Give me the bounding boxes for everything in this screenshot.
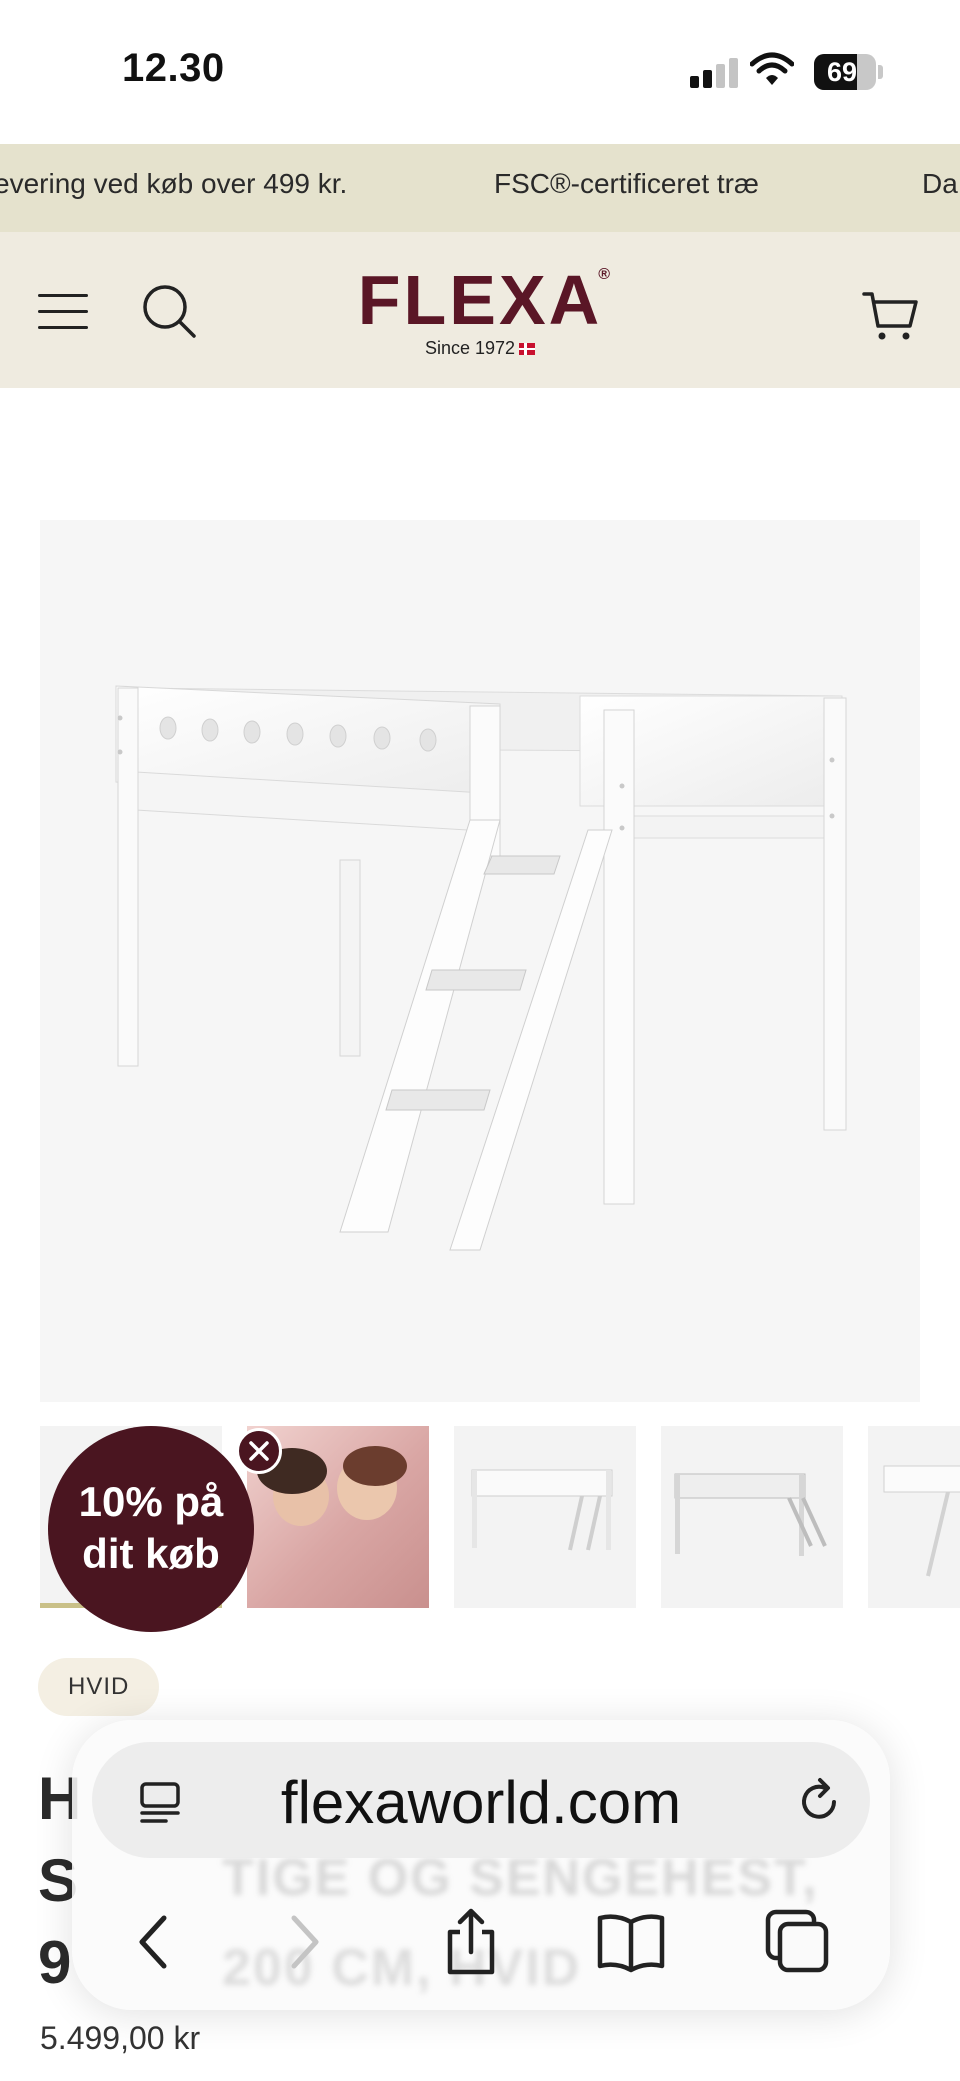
wifi-icon — [750, 52, 794, 85]
discount-line-1: 10% på — [78, 1478, 224, 1525]
forward-icon[interactable] — [266, 1906, 340, 1978]
thumb-bed-icon — [471, 1469, 613, 1551]
announcement-bar: evering ved køb over 499 kr. FSC®-certif… — [0, 144, 960, 232]
logo-wordmark: FLEXA — [357, 261, 603, 339]
address-bar[interactable]: flexaworld.com — [92, 1742, 870, 1858]
product-price: 5.499,00 kr — [40, 2020, 201, 2056]
logo-tagline: Since 1972 — [350, 338, 610, 359]
photo-hair — [343, 1446, 407, 1486]
search-icon[interactable] — [140, 282, 198, 340]
status-bar: 12.30 69 — [0, 0, 960, 144]
danish-flag-icon — [519, 343, 536, 355]
thumbnail-3[interactable] — [454, 1426, 636, 1608]
thumb-bed-icon — [883, 1465, 960, 1577]
reload-icon[interactable] — [794, 1776, 844, 1826]
url-text: flexaworld.com — [280, 1769, 682, 1836]
menu-icon[interactable] — [38, 292, 90, 330]
close-icon[interactable] — [236, 1428, 282, 1474]
thumbnail-4[interactable] — [661, 1426, 843, 1608]
variant-chip[interactable]: HVID — [38, 1658, 160, 1716]
thumbnail-5[interactable] — [868, 1426, 960, 1608]
flexa-logo[interactable]: FLEXA ® Since 1972 — [350, 262, 610, 362]
bookmarks-icon[interactable] — [594, 1906, 668, 1978]
cart-icon[interactable] — [862, 286, 920, 344]
discount-line-2: dit køb — [82, 1530, 220, 1577]
thumb-bed-icon — [674, 1473, 827, 1556]
battery-icon: 69 — [814, 54, 876, 90]
logo-registered-mark: ® — [598, 266, 610, 283]
status-time: 12.30 — [122, 46, 225, 90]
battery-tip — [878, 65, 883, 79]
browser-toolbar: TIGE OG SENGEHEST, 200 CM, HVID flexawor… — [72, 1720, 890, 2010]
site-header: FLEXA ® Since 1972 — [0, 232, 960, 388]
product-main-image[interactable] — [40, 520, 920, 1402]
share-icon[interactable] — [434, 1906, 508, 1978]
loft-bed-illustration — [115, 685, 847, 1251]
tabs-icon[interactable] — [760, 1906, 834, 1978]
tagline-text: Since 1972 — [424, 338, 516, 358]
back-icon[interactable] — [118, 1906, 192, 1978]
ticker-item: evering ved køb over 499 kr. — [0, 168, 348, 199]
discount-badge[interactable]: 10% på dit køb — [48, 1426, 254, 1632]
battery-level: 69 — [826, 57, 858, 87]
signal-icon — [690, 56, 738, 88]
ticker-item: FSC®-certificeret træ — [494, 168, 759, 199]
ticker-item: Da — [922, 168, 958, 199]
